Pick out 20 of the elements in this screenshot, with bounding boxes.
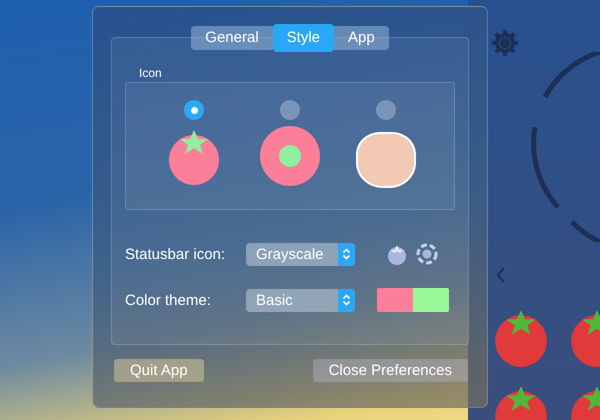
ring-icon xyxy=(260,126,320,186)
up-down-chevron-icon xyxy=(342,247,351,261)
gear-icon[interactable] xyxy=(490,28,520,58)
tab[interactable]: Style xyxy=(272,24,334,52)
dashed-ring-icon xyxy=(415,242,439,266)
radio-button[interactable] xyxy=(280,100,300,120)
radio-button[interactable] xyxy=(376,100,396,120)
section-title: Icon xyxy=(139,66,163,80)
tab[interactable]: General xyxy=(191,26,273,50)
dropdown[interactable]: Grayscale xyxy=(246,242,355,266)
cat-sticker-picture xyxy=(356,132,416,188)
field-label: Color theme: xyxy=(125,292,212,308)
dropdown[interactable]: Basic xyxy=(246,288,355,312)
field-label: Statusbar icon: xyxy=(125,246,226,262)
quit-button[interactable]: Quit App xyxy=(114,359,204,382)
tab[interactable]: App xyxy=(334,26,389,50)
chevron-left-icon[interactable] xyxy=(496,266,506,284)
up-down-chevron-icon xyxy=(342,293,351,307)
radio-button[interactable] xyxy=(184,100,204,120)
close-button[interactable]: Close Preferences xyxy=(312,359,468,382)
